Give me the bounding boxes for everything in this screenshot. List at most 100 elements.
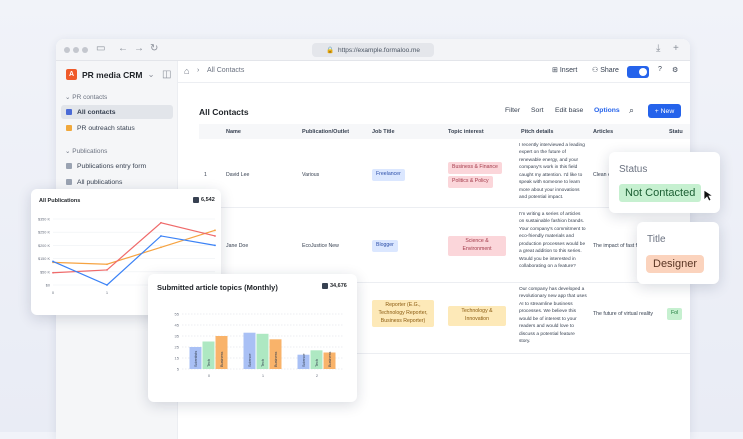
bar-label: Science (248, 353, 252, 367)
x-tick-label: 1 (106, 290, 109, 295)
back-icon[interactable]: ← (118, 43, 128, 54)
title-chip[interactable]: Designer (646, 255, 705, 273)
url-text: https://example.formaloo.me (338, 46, 421, 54)
window-dot[interactable] (64, 47, 70, 53)
col-header-outlet[interactable]: Publication/Outlet (302, 129, 349, 135)
cell-name[interactable]: David Lee (226, 172, 249, 178)
table-icon (66, 179, 72, 185)
sidebar-item-label: All contacts (77, 108, 116, 116)
home-icon[interactable]: ⌂ (184, 66, 189, 76)
data-point (106, 284, 108, 286)
title-card-label: Title (647, 234, 666, 245)
share-label: Share (600, 67, 619, 74)
reload-icon[interactable]: ↻ (150, 43, 158, 54)
chip-job[interactable]: Blogger (372, 240, 398, 252)
y-tick-label: $200 K (38, 244, 51, 248)
collapse-sidebar-icon[interactable]: ◫ (162, 69, 171, 80)
series-line (52, 222, 216, 274)
y-tick-label: 55 (175, 312, 180, 317)
y-tick-label: $150 K (38, 257, 51, 261)
col-header-status[interactable]: Statu (669, 129, 683, 135)
cell-outlet[interactable]: EcoJustice New (302, 243, 339, 249)
table-row[interactable]: Jane Doe EcoJustice New Blogger Science … (199, 209, 690, 283)
sidebar-item-label: Publications entry form (77, 162, 147, 170)
x-tick-label: 0 (52, 290, 55, 295)
sidebar-section-contacts[interactable]: ⌄ PR contacts (65, 93, 107, 101)
bar-label: Business (274, 351, 278, 367)
chip-job[interactable]: Freelancer (372, 169, 405, 181)
sidebar-item-pr-outreach[interactable]: PR outreach status (61, 121, 173, 135)
y-tick-label: 35 (175, 334, 180, 339)
cell-pitch[interactable]: I recently interviewed a leading expert … (519, 142, 587, 201)
window-dot[interactable] (82, 47, 88, 53)
x-tick-label: 2 (316, 373, 319, 378)
new-button[interactable]: + New (648, 104, 681, 118)
cell-pitch[interactable]: Our company has developed a revolutionar… (519, 286, 587, 345)
bar-label: Tech (261, 359, 265, 367)
chip-topic[interactable]: Politics & Policy (448, 176, 493, 188)
browser-titlebar: ▭ ← → ↻ 🔒 https://example.formaloo.me ⤓ + (56, 39, 690, 61)
download-icon[interactable]: ⤓ (656, 43, 660, 54)
sidebar-toggle-icon[interactable]: ▭ (96, 43, 105, 54)
col-header-pitch[interactable]: Pitch details (521, 129, 553, 135)
window-dot[interactable] (73, 47, 79, 53)
cell-article[interactable]: The future of virtual reality (593, 311, 653, 317)
col-header-topic[interactable]: Topic interest (448, 129, 484, 135)
cell-name[interactable]: Jane Doe (226, 243, 248, 249)
filter-button[interactable]: Filter (505, 107, 520, 114)
chip-job[interactable]: Reporter (E.G., Technology Reporter, Bus… (372, 300, 434, 328)
bar-label: Tech (315, 359, 319, 367)
x-tick-label: 1 (262, 373, 265, 378)
chip-topic[interactable]: Technology & Innovation (448, 306, 506, 326)
chevron-down-icon: ⌄ (147, 69, 155, 79)
data-point (214, 244, 216, 247)
form-icon (66, 163, 72, 169)
breadcrumb[interactable]: All Contacts (207, 67, 244, 74)
options-button[interactable]: Options (594, 107, 620, 114)
new-tab-icon[interactable]: + (673, 43, 679, 54)
gear-icon[interactable]: ⚙ (672, 66, 678, 74)
data-point (52, 260, 54, 263)
col-header-job[interactable]: Job Title (372, 129, 395, 135)
publish-toggle[interactable] (627, 66, 649, 78)
app-title[interactable]: A PR media CRM ⌄ (66, 69, 155, 80)
col-header-articles[interactable]: Articles (593, 129, 613, 135)
breadcrumb-separator: › (197, 67, 200, 74)
col-header-name[interactable]: Name (226, 129, 241, 135)
bar-label: Science (302, 353, 306, 367)
insert-label: Insert (559, 67, 578, 74)
cell-pitch[interactable]: I'm writing a series of articles on sust… (519, 211, 587, 270)
search-icon[interactable]: ⌕ (629, 105, 634, 116)
bar-label: Business (328, 351, 332, 367)
forward-icon[interactable]: → (134, 43, 144, 54)
sidebar-item-all-publications[interactable]: All publications (61, 175, 173, 189)
status-card[interactable]: Status Not Contacted (609, 152, 720, 213)
help-icon[interactable]: ? (658, 66, 662, 73)
y-tick-label: $250 K (38, 231, 51, 235)
app-logo-icon: A (66, 69, 77, 80)
sidebar-section-publications[interactable]: ⌄ Publications (65, 147, 107, 155)
bar-chart: 55 45 35 25 15 5 Scientists Tech Business 0 Scienc… (175, 312, 344, 378)
cell-article[interactable]: The impact of fast fa (593, 243, 640, 249)
share-button[interactable]: ⚇ Share (592, 66, 619, 74)
cursor-icon (703, 189, 715, 202)
bar-label: Business (220, 351, 224, 367)
title-card[interactable]: Title Designer (637, 222, 719, 284)
chip-status[interactable]: Fol (667, 308, 683, 320)
url-bar[interactable]: 🔒 https://example.formaloo.me (312, 43, 434, 57)
edit-base-button[interactable]: Edit base (555, 107, 583, 114)
bar-label: Scientists (194, 351, 198, 367)
sidebar-item-all-contacts[interactable]: All contacts (61, 105, 173, 119)
chip-topic[interactable]: Science & Environment (448, 236, 506, 256)
status-chip[interactable]: Not Contacted (619, 184, 702, 202)
section-label: PR contacts (72, 94, 108, 101)
y-tick-label: 25 (175, 345, 180, 350)
y-tick-label: 15 (175, 356, 180, 361)
insert-button[interactable]: ⊞ Insert (552, 66, 577, 74)
cell-outlet[interactable]: Various (302, 172, 319, 178)
sidebar-item-label: PR outreach status (77, 124, 135, 132)
sort-button[interactable]: Sort (531, 107, 543, 114)
sidebar-item-publications-form[interactable]: Publications entry form (61, 159, 173, 173)
chip-topic[interactable]: Business & Finance (448, 162, 502, 174)
kanban-icon (66, 125, 72, 131)
